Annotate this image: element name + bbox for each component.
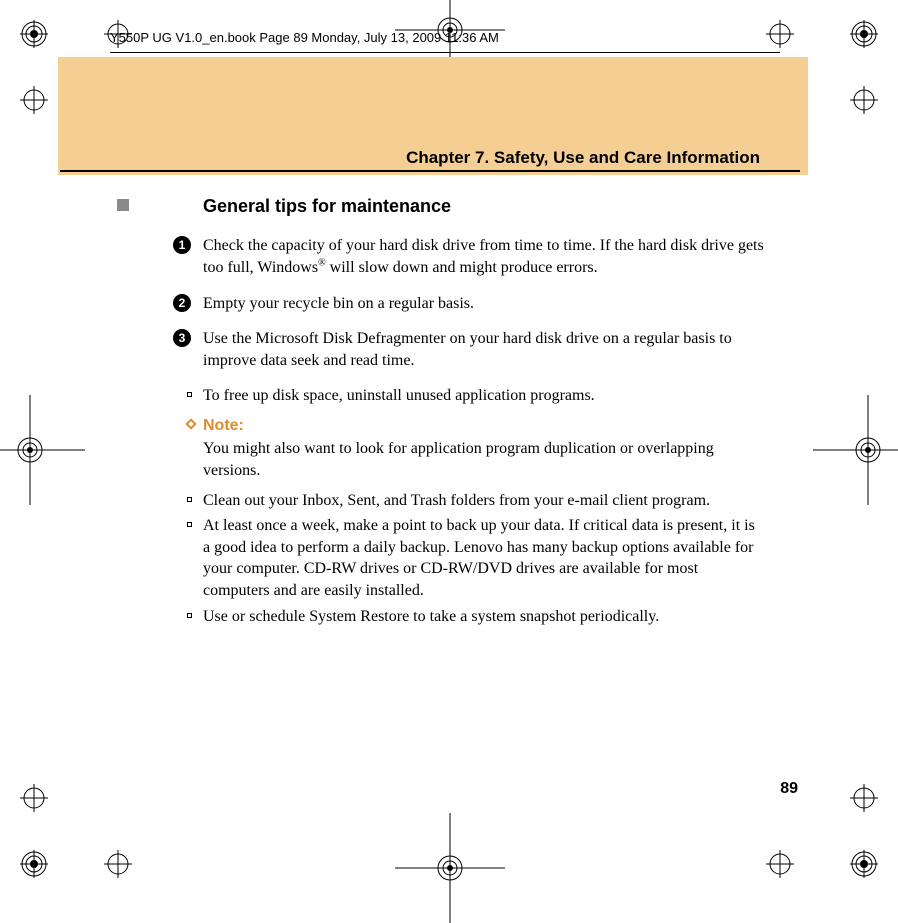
chapter-title: Chapter 7. Safety, Use and Care Informat… (360, 148, 800, 168)
note-heading: Note: (203, 415, 765, 437)
crop-mark-icon (766, 850, 794, 878)
crop-mark-icon (850, 784, 878, 812)
numbered-item: 1 Check the capacity of your hard disk d… (203, 235, 765, 279)
crop-mark-icon (850, 86, 878, 114)
chapter-rule (60, 170, 800, 172)
numbered-bullet-icon: 2 (173, 294, 191, 312)
registration-mark-icon (850, 20, 878, 48)
bullet-item-text: At least once a week, make a point to ba… (203, 517, 755, 599)
numbered-item-text: Empty your recycle bin on a regular basi… (203, 295, 474, 312)
numbered-item: 2 Empty your recycle bin on a regular ba… (203, 293, 765, 315)
running-header-rule (110, 52, 780, 53)
bullet-item: Use or schedule System Restore to take a… (203, 606, 765, 628)
bullet-item-text: Clean out your Inbox, Sent, and Trash fo… (203, 492, 710, 509)
bullet-item: To free up disk space, uninstall unused … (203, 385, 765, 407)
page-number: 89 (780, 780, 798, 798)
numbered-item-text: Check the capacity of your hard disk dri… (203, 237, 764, 276)
square-bullet-icon (187, 497, 192, 502)
square-bullet-icon (187, 392, 192, 397)
edge-registration-icon (0, 395, 85, 505)
bullet-item: Clean out your Inbox, Sent, and Trash fo… (203, 490, 765, 512)
running-header-text: Y550P UG V1.0_en.book Page 89 Monday, Ju… (110, 30, 499, 45)
section-heading: General tips for maintenance (145, 196, 765, 217)
numbered-bullet-icon: 1 (173, 236, 191, 254)
square-bullet-icon (187, 522, 192, 527)
edge-registration-icon (395, 813, 505, 923)
body-content: General tips for maintenance 1 Check the… (145, 196, 765, 631)
registration-mark-icon (20, 20, 48, 48)
registration-mark-icon (850, 850, 878, 878)
section-marker-icon (117, 199, 129, 211)
bullet-item: At least once a week, make a point to ba… (203, 515, 765, 601)
registration-mark-icon (20, 850, 48, 878)
crop-mark-icon (766, 20, 794, 48)
note-body: You might also want to look for applicat… (203, 438, 765, 481)
note-label: Note: (203, 417, 244, 434)
note-block: Note: You might also want to look for ap… (203, 415, 765, 482)
square-bullet-icon (187, 613, 192, 618)
numbered-item: 3 Use the Microsoft Disk Defragmenter on… (203, 328, 765, 371)
edge-registration-icon (813, 395, 898, 505)
note-diamond-icon (185, 418, 197, 430)
numbered-item-text: Use the Microsoft Disk Defragmenter on y… (203, 330, 732, 369)
crop-mark-icon (20, 784, 48, 812)
running-header: Y550P UG V1.0_en.book Page 89 Monday, Ju… (110, 30, 499, 45)
crop-mark-icon (104, 850, 132, 878)
bullet-item-text: Use or schedule System Restore to take a… (203, 608, 659, 625)
numbered-bullet-icon: 3 (173, 329, 191, 347)
section-heading-text: General tips for maintenance (203, 196, 451, 216)
bullet-item-text: To free up disk space, uninstall unused … (203, 387, 595, 404)
crop-mark-icon (20, 86, 48, 114)
